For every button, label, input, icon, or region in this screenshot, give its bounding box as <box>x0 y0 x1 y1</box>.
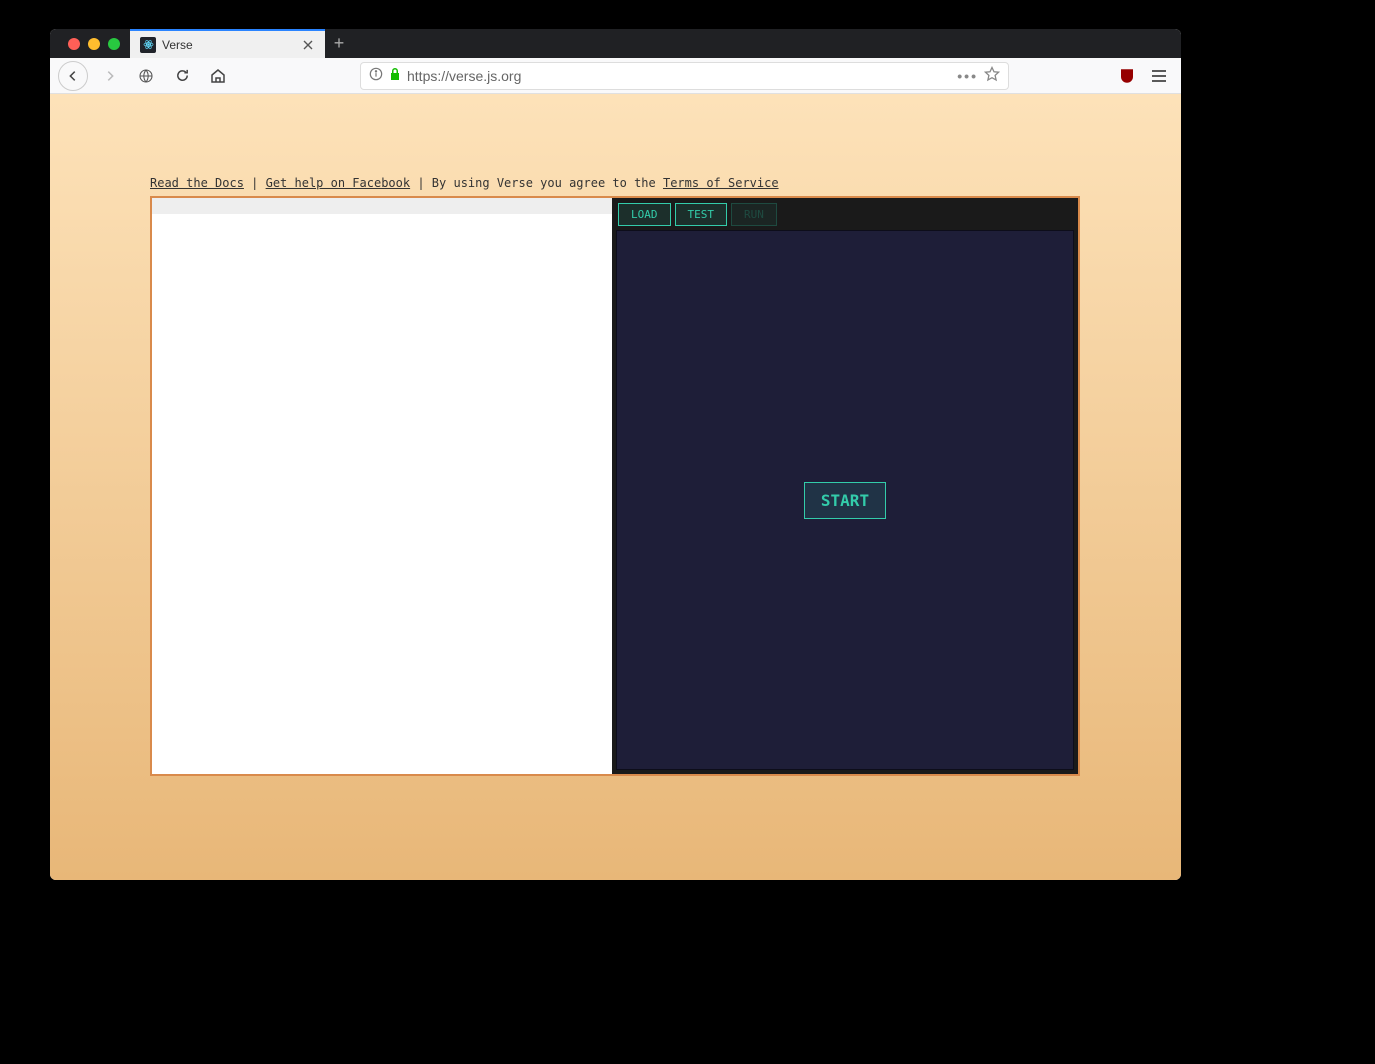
terms-link[interactable]: Terms of Service <box>663 176 779 190</box>
extensions-button[interactable] <box>132 62 160 90</box>
bookmark-star-icon[interactable] <box>984 66 1000 85</box>
ublock-icon[interactable] <box>1117 66 1137 86</box>
load-button[interactable]: LOAD <box>618 203 671 226</box>
reload-button[interactable] <box>168 62 196 90</box>
run-button[interactable]: RUN <box>731 203 777 226</box>
browser-window: Verse + <box>50 29 1181 880</box>
agree-text: By using Verse you agree to the <box>432 176 663 190</box>
react-favicon <box>140 37 156 53</box>
url-bar[interactable]: https://verse.js.org ••• <box>360 62 1009 90</box>
hamburger-menu-button[interactable] <box>1145 62 1173 90</box>
browser-toolbar: https://verse.js.org ••• <box>50 58 1181 94</box>
test-button[interactable]: TEST <box>675 203 728 226</box>
url-text: https://verse.js.org <box>407 68 951 84</box>
separator: | <box>410 176 432 190</box>
back-button[interactable] <box>58 61 88 91</box>
output-toolbar: LOAD TEST RUN <box>616 202 1074 230</box>
read-docs-link[interactable]: Read the Docs <box>150 176 244 190</box>
home-button[interactable] <box>204 62 232 90</box>
start-button[interactable]: START <box>804 482 886 519</box>
new-tab-button[interactable]: + <box>325 29 353 58</box>
page-actions-icon[interactable]: ••• <box>957 68 978 84</box>
forward-button[interactable] <box>96 62 124 90</box>
header-links: Read the Docs | Get help on Facebook | B… <box>150 176 1080 190</box>
site-info-icon[interactable] <box>369 67 383 84</box>
editor-gutter <box>152 198 612 214</box>
page-viewport: Read the Docs | Get help on Facebook | B… <box>50 94 1181 880</box>
close-tab-button[interactable] <box>301 38 315 52</box>
lock-icon <box>389 67 401 84</box>
separator: | <box>244 176 266 190</box>
tab-title: Verse <box>162 38 193 52</box>
browser-tab[interactable]: Verse <box>130 29 325 58</box>
code-editor-pane[interactable] <box>152 198 612 774</box>
minimize-window-button[interactable] <box>88 38 100 50</box>
maximize-window-button[interactable] <box>108 38 120 50</box>
window-controls <box>58 29 130 58</box>
facebook-help-link[interactable]: Get help on Facebook <box>266 176 411 190</box>
output-pane: LOAD TEST RUN START <box>612 198 1078 774</box>
tab-strip: Verse + <box>50 29 1181 58</box>
app-frame: LOAD TEST RUN START <box>150 196 1080 776</box>
close-window-button[interactable] <box>68 38 80 50</box>
output-canvas: START <box>616 230 1074 770</box>
page-content: Read the Docs | Get help on Facebook | B… <box>150 176 1080 776</box>
